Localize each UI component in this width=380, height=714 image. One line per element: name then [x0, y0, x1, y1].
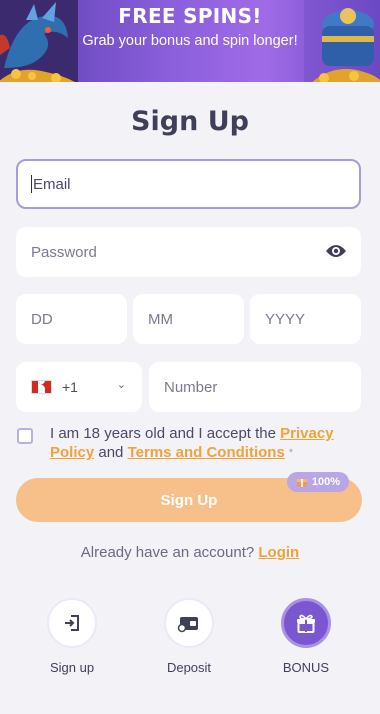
text-caret: [31, 175, 32, 193]
country-code: +1: [62, 379, 78, 395]
nav-bonus[interactable]: BONUS: [266, 598, 346, 675]
gift-icon: [296, 479, 308, 487]
password-field[interactable]: Password: [16, 227, 361, 277]
canada-flag-icon: [31, 378, 52, 394]
chevron-down-icon: ⌄: [116, 379, 126, 391]
nav-deposit[interactable]: Deposit: [149, 598, 229, 675]
day-placeholder: DD: [31, 310, 53, 328]
login-prompt: Already have an account? Login: [0, 544, 380, 561]
month-placeholder: MM: [148, 310, 173, 328]
sign-up-button-label: Sign Up: [160, 491, 218, 509]
nav-sign-up-label: Sign up: [49, 660, 95, 675]
required-mark: *: [288, 447, 293, 459]
gift-icon: [297, 614, 315, 633]
terms-text-prefix: I am 18 years old and I accept the: [50, 425, 281, 442]
nav-bonus-label: BONUS: [282, 660, 330, 675]
email-placeholder: Email: [33, 175, 71, 193]
nav-sign-up[interactable]: Sign up: [32, 598, 112, 675]
eye-icon[interactable]: [325, 243, 347, 259]
terms-text: I am 18 years old and I accept the Priva…: [50, 424, 350, 463]
password-placeholder: Password: [31, 243, 97, 261]
sign-up-circle[interactable]: [47, 598, 97, 648]
treasure-pot-artwork: [304, 0, 380, 82]
email-field[interactable]: Email: [16, 159, 361, 209]
phone-number-field[interactable]: Number: [149, 362, 361, 412]
terms-text-and: and: [94, 444, 128, 461]
page-title: Sign Up: [131, 106, 249, 137]
deposit-circle[interactable]: [164, 598, 214, 648]
terms-checkbox[interactable]: [17, 428, 33, 444]
year-field[interactable]: YYYY: [250, 294, 361, 344]
country-code-select[interactable]: +1 ⌄: [16, 362, 142, 412]
promo-banner[interactable]: FREE SPINS! Grab your bonus and spin lon…: [0, 0, 380, 82]
bonus-badge: 100%: [287, 472, 349, 492]
sign-in-icon: [65, 615, 79, 631]
terms-conditions-link[interactable]: Terms and Conditions: [128, 444, 285, 461]
login-link[interactable]: Login: [258, 544, 299, 561]
login-prompt-text: Already have an account?: [80, 544, 255, 561]
year-placeholder: YYYY: [265, 310, 306, 328]
number-placeholder: Number: [164, 378, 218, 396]
day-field[interactable]: DD: [16, 294, 127, 344]
wallet-icon: [177, 617, 198, 633]
month-field[interactable]: MM: [133, 294, 244, 344]
bonus-circle[interactable]: [281, 598, 331, 648]
bonus-badge-text: 100%: [311, 476, 341, 488]
nav-deposit-label: Deposit: [166, 660, 212, 675]
